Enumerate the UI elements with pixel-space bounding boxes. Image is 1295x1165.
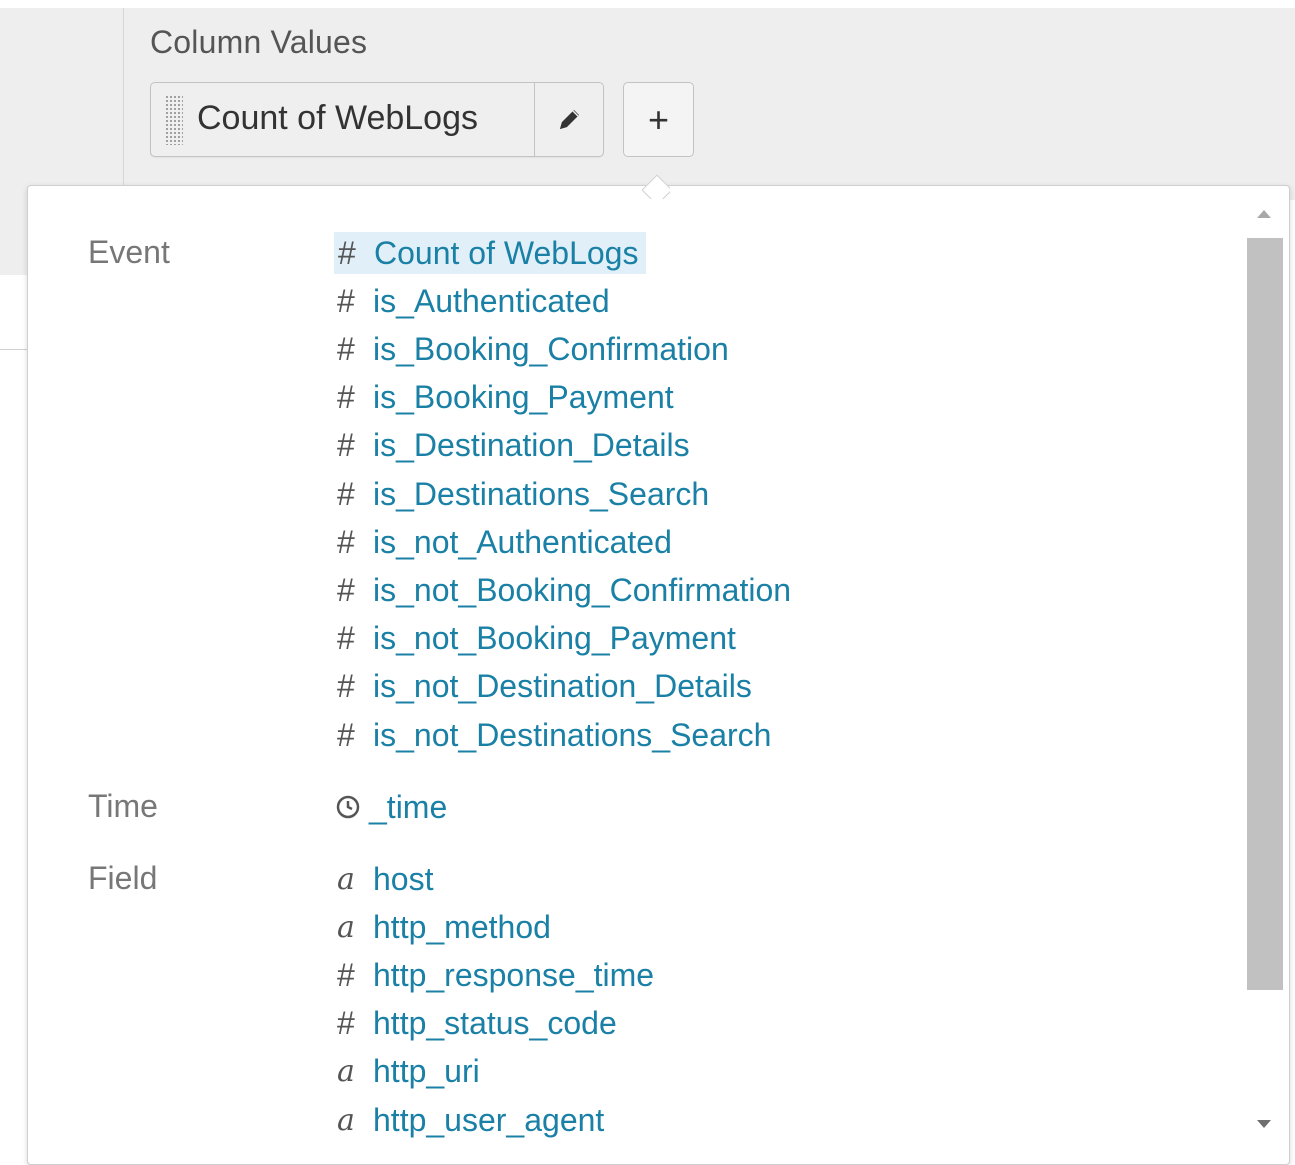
scroll-down-arrow-icon[interactable] [1257,1120,1271,1128]
field-option-label: is_not_Destinations_Search [373,716,772,753]
field-option[interactable]: a http_method [333,906,551,948]
number-icon: # [337,427,355,464]
field-option[interactable]: # http_status_code [333,1003,617,1045]
number-icon: # [337,956,355,993]
panel-divider [123,8,124,186]
group-label-time: Time [88,788,158,824]
number-icon: # [337,668,355,705]
field-option-label: http_method [373,908,551,945]
field-option[interactable]: # is_Booking_Payment [333,377,674,419]
number-icon: # [337,379,355,416]
field-option-label: is_Authenticated [373,282,610,319]
number-icon: # [337,475,355,512]
number-icon: # [337,523,355,560]
dropdown-scrollbar[interactable] [1240,186,1289,1164]
field-option-label: http_status_code [373,1005,617,1042]
add-column-value-button[interactable]: + [623,82,694,157]
field-option[interactable]: a http_user_agent [333,1099,604,1141]
string-icon: a [337,861,355,897]
number-icon: # [337,282,355,319]
field-option-label: is_Booking_Confirmation [373,330,729,367]
group-label-event: Event [88,234,170,270]
field-option[interactable]: a http_uri [333,1051,480,1093]
field-option-label: Count of WebLogs [374,234,639,271]
column-value-pill[interactable]: Count of WebLogs [150,82,604,157]
column-value-pill-label: Count of WebLogs [197,99,478,137]
number-icon: # [337,1005,355,1042]
scrollbar-thumb[interactable] [1247,238,1283,990]
number-icon: # [337,571,355,608]
field-option[interactable]: # is_not_Authenticated [333,521,672,563]
drag-handle-icon[interactable] [165,95,183,145]
field-option-label: is_not_Authenticated [373,523,672,560]
field-option-label: http_user_agent [373,1101,605,1138]
field-option-label: is_not_Destination_Details [373,668,752,705]
field-option-label: http_response_time [373,956,655,993]
field-option[interactable]: # is_not_Booking_Payment [333,618,736,660]
edit-column-value-button[interactable] [535,83,603,156]
field-option-label: http_uri [373,1053,480,1090]
string-icon: a [337,1054,355,1090]
field-picker-dropdown: Event # Count of WebLogs # is_Authenticated #… [27,185,1290,1165]
field-option[interactable]: # http_response_time [333,954,654,996]
field-option[interactable]: # is_not_Booking_Confirmation [333,569,791,611]
scroll-up-arrow-icon[interactable] [1257,210,1271,218]
left-panel-divider [0,349,30,350]
number-icon: # [338,234,356,271]
field-option-label: is_Destinations_Search [373,475,710,512]
string-icon: a [337,1102,355,1138]
field-option-label: host [373,860,434,897]
number-icon: # [337,620,355,657]
field-option[interactable]: # is_Destination_Details [333,425,690,467]
field-option-label: is_Booking_Payment [373,379,674,416]
field-option[interactable]: # is_not_Destinations_Search [333,714,771,756]
string-icon: a [337,909,355,945]
pencil-icon [560,109,579,129]
number-icon: # [337,716,355,753]
field-option-label: is_Destination_Details [373,427,690,464]
field-option[interactable]: # is_Booking_Confirmation [333,328,729,370]
field-option[interactable]: a host [333,858,433,900]
field-option[interactable]: # is_Authenticated [333,280,610,322]
field-option[interactable]: # Count of WebLogs [334,232,647,274]
left-panel-header [0,200,30,275]
field-option-label: _time [369,788,448,825]
number-icon: # [337,330,355,367]
field-option[interactable]: # is_not_Destination_Details [333,666,752,708]
group-label-field: Field [88,860,158,896]
field-option[interactable]: _time [333,786,447,828]
clock-icon [336,795,360,819]
field-option-label: is_not_Booking_Payment [373,620,736,657]
popover-arrow [642,171,670,199]
field-option[interactable]: # is_Destinations_Search [333,473,709,515]
column-values-label: Column Values [150,24,368,60]
top-strip [0,0,1295,8]
field-option-label: is_not_Booking_Confirmation [373,571,792,608]
